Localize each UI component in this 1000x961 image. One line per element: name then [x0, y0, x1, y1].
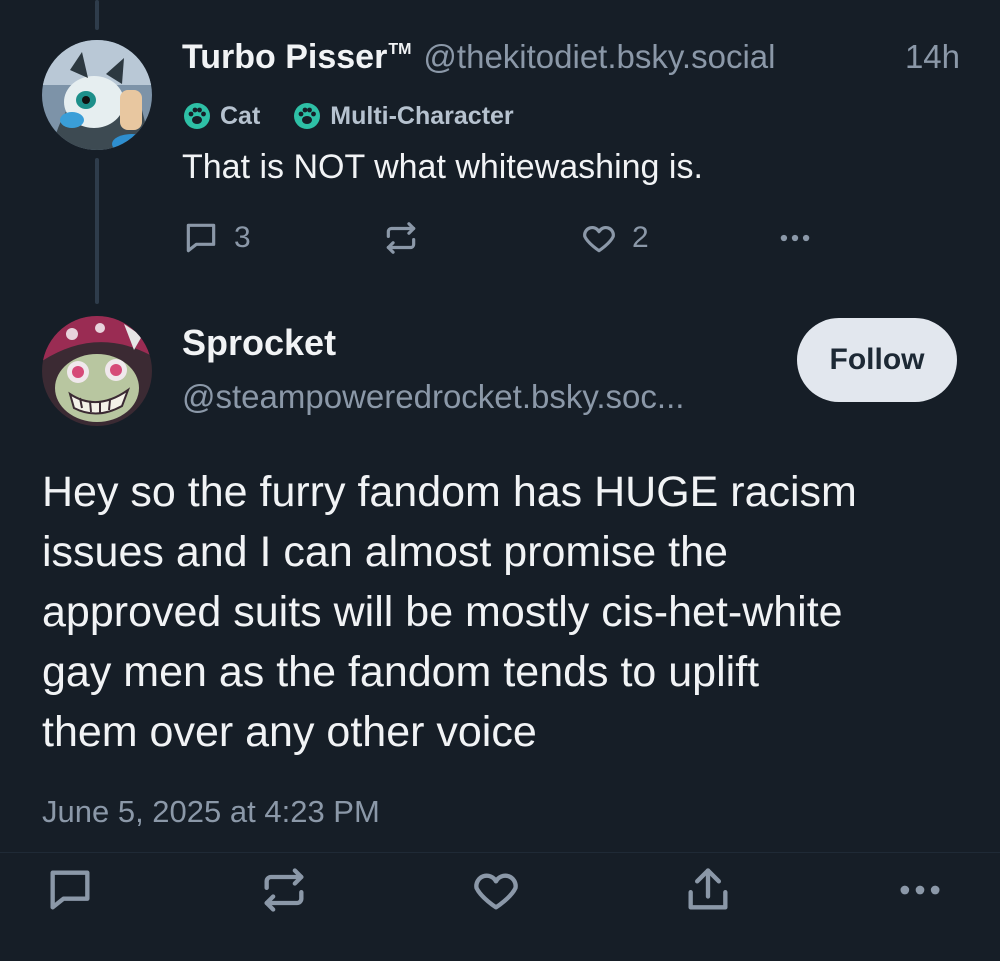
post-text-line: gay men as the fandom tends to uplift	[42, 648, 760, 696]
like-button[interactable]: 2	[580, 216, 649, 260]
repost-arrows-icon	[386, 222, 416, 254]
thread-line	[95, 0, 99, 30]
divider	[0, 852, 1000, 853]
reply-count: 3	[234, 221, 251, 254]
repost-arrows-icon	[264, 868, 304, 912]
parent-avatar[interactable]	[42, 40, 152, 150]
more-options-button[interactable]	[894, 868, 946, 912]
reply-button[interactable]: 3	[182, 216, 251, 260]
main-handle[interactable]: @steampoweredrocket.bsky.soc...	[182, 378, 684, 416]
post-thread-view: Turbo PisserTM @thekitodiet.bsky.social …	[0, 0, 1000, 961]
paw-icon	[294, 103, 321, 129]
main-post-text: Hey so the furry fandom has HUGE racism …	[42, 462, 972, 762]
parent-handle[interactable]: @thekitodiet.bsky.social	[423, 38, 775, 76]
follow-button[interactable]: Follow	[797, 318, 957, 402]
like-count: 2	[632, 221, 649, 254]
thread-line	[95, 158, 99, 304]
parent-post-header: Turbo PisserTM @thekitodiet.bsky.social …	[182, 38, 960, 88]
parent-labels: Cat Multi-Character	[182, 98, 546, 134]
post-date: June 5, 2025 at 4:23 PM	[42, 794, 380, 829]
label-text: Cat	[220, 101, 261, 130]
post-text-line: approved suits will be mostly cis-het-wh…	[42, 588, 843, 636]
repost-button[interactable]	[258, 868, 310, 912]
main-post-actions	[0, 868, 1000, 928]
share-button[interactable]	[682, 868, 734, 912]
main-avatar[interactable]	[42, 316, 152, 426]
avatar-image	[42, 40, 152, 150]
post-text-line: them over any other voice	[42, 708, 537, 756]
post-text-line: issues and I can almost promise the	[42, 528, 728, 576]
like-button[interactable]	[470, 868, 522, 912]
ellipsis-icon	[900, 885, 940, 895]
speech-bubble-icon	[186, 223, 216, 253]
parent-timestamp[interactable]: 14h	[905, 38, 960, 76]
parent-display-name[interactable]: Turbo PisserTM	[182, 38, 411, 77]
main-display-name[interactable]: Sprocket	[182, 322, 336, 364]
share-upload-icon	[688, 868, 728, 910]
label-chip-multi-character[interactable]: Multi-Character	[292, 101, 514, 131]
post-text-line: Hey so the furry fandom has HUGE racism	[42, 468, 857, 516]
repost-button[interactable]	[382, 216, 420, 260]
parent-post-actions: 3 2	[182, 216, 842, 260]
heart-icon	[474, 873, 518, 910]
ellipsis-icon	[780, 234, 810, 242]
label-text: Multi-Character	[330, 101, 514, 130]
heart-icon	[583, 225, 615, 253]
label-chip-cat[interactable]: Cat	[182, 101, 260, 131]
parent-post-text: That is NOT what whitewashing is.	[182, 148, 703, 186]
reply-button[interactable]	[44, 868, 96, 912]
more-options-button[interactable]	[776, 216, 814, 260]
paw-icon	[184, 103, 210, 129]
speech-bubble-icon	[50, 870, 90, 910]
avatar-image	[42, 316, 152, 426]
